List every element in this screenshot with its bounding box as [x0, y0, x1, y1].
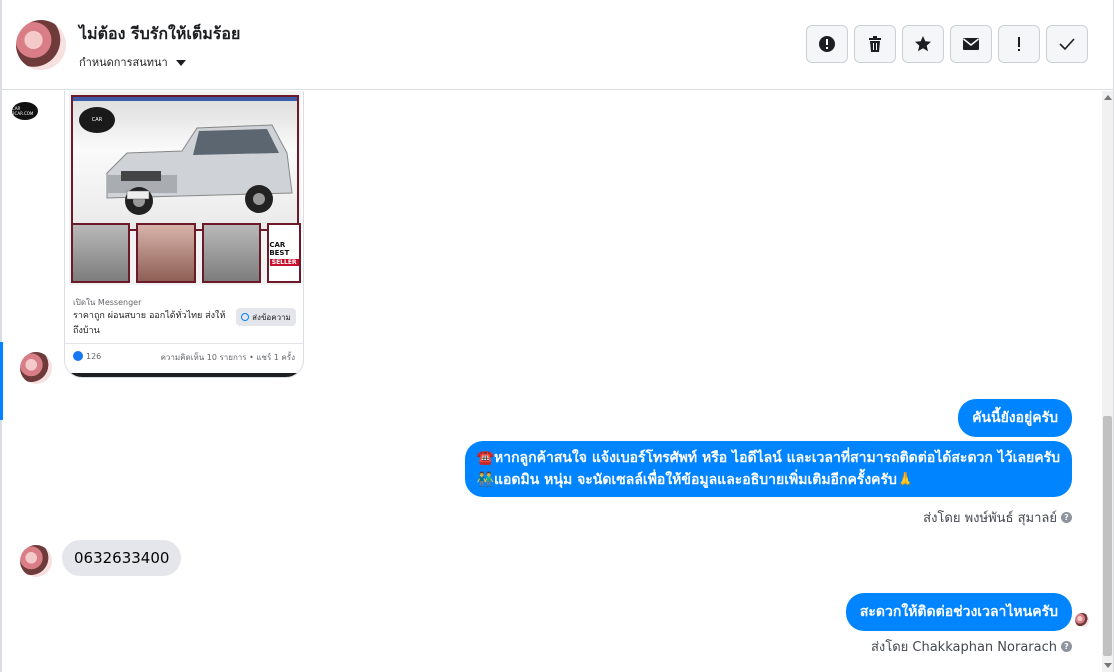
ad-thumbnails: CAR BEST SELLER [69, 223, 302, 283]
mark-done-button[interactable] [1046, 25, 1088, 63]
sent-by-text: ส่งโดย Chakkaphan Norarach [870, 640, 1057, 655]
ad-likes[interactable]: 126 [73, 351, 101, 361]
follow-up-button[interactable] [998, 25, 1040, 63]
contact-avatar-small[interactable] [20, 545, 52, 577]
ad-send-label: ส่งข้อความ [252, 312, 291, 322]
ad-logo: CAR [79, 107, 115, 133]
help-icon[interactable]: ? [1061, 512, 1072, 523]
incoming-message[interactable]: 0632633400 [62, 540, 182, 576]
scroll-thumb[interactable] [1103, 416, 1112, 656]
sent-by-label: ส่งโดย พงษ์พันธ์ สุมาลย์ ? [923, 507, 1072, 528]
pickup-truck-image [106, 124, 293, 215]
ad-like-count: 126 [86, 351, 102, 361]
ad-image[interactable]: CAR CAR BEST SELLER [69, 91, 302, 285]
ad-divider [65, 343, 303, 344]
ad-title: ราคาถูก ผ่อนสบาย ออกได้ทั่วไทย ส่งให้ถึง… [73, 311, 226, 336]
messenger-icon [241, 313, 250, 321]
scroll-up-arrow-icon[interactable] [1104, 95, 1112, 100]
alert-circle-icon [819, 36, 835, 52]
page-logo-text: CAR 2CAR.COM [12, 106, 34, 116]
best-seller-bottom: SELLER [269, 258, 299, 266]
page-logo: CAR 2CAR.COM [12, 102, 38, 120]
ad-send-message-button[interactable]: ส่งข้อความ [236, 308, 296, 326]
ad-price-banner [73, 97, 297, 101]
check-icon [1059, 38, 1075, 51]
delete-button[interactable] [854, 25, 896, 63]
star-button[interactable] [902, 25, 944, 63]
conversation-schedule-dropdown[interactable]: กำหนดการสนทนา [79, 53, 186, 71]
trash-icon [869, 36, 881, 52]
star-icon [915, 36, 931, 52]
message-line: 👬แอดมิน หนุ่ม จะนัดเซลล์เพื่อให้ข้อมูลแล… [476, 472, 915, 488]
like-icon [73, 351, 83, 361]
conversation-toolbar [806, 25, 1088, 63]
exclamation-icon [1018, 37, 1020, 51]
mark-spam-button[interactable] [806, 25, 848, 63]
outgoing-message-multiline[interactable]: ☎️หากลูกค้าสนใจ แจ้งเบอร์โทรศัพท์ หรือ ไ… [464, 441, 1072, 497]
outgoing-message[interactable]: คันนี้ยังอยู่ครับ [958, 399, 1072, 437]
contact-avatar-small[interactable] [20, 352, 52, 384]
contact-name[interactable]: ไม่ต้อง รีบรักให้เต็มร้อย [79, 22, 240, 47]
contact-avatar[interactable] [16, 20, 66, 70]
ad-thumb-rear [201, 223, 262, 283]
conversation-header: ไม่ต้อง รีบรักให้เต็มร้อย กำหนดการสนทนา [2, 0, 1113, 90]
sent-by-label: ส่งโดย Chakkaphan Norarach ? [871, 636, 1072, 657]
selected-thread-indicator [0, 342, 3, 420]
caret-down-icon [175, 59, 186, 66]
best-seller-badge: CAR BEST SELLER [267, 223, 302, 283]
outgoing-message[interactable]: สะดวกให้ติดต่อช่วงเวลาไหนครับ [845, 593, 1072, 631]
schedule-label: กำหนดการสนทนา [79, 56, 168, 69]
sent-by-text: ส่งโดย พงษ์พันธ์ สุมาลย์ [923, 511, 1057, 526]
ad-thumb-interior [136, 223, 196, 283]
ad-thumb-front [71, 223, 131, 283]
ad-bottom-edge [65, 373, 303, 377]
mark-unread-button[interactable] [950, 25, 992, 63]
ad-card[interactable]: CAR CAR BEST SELLER เปิดใน Messenger ราค… [64, 91, 304, 378]
message-scrollbar[interactable] [1102, 91, 1113, 672]
read-receipt-avatar [1075, 613, 1089, 627]
help-icon[interactable]: ? [1061, 641, 1072, 652]
scroll-down-arrow-icon[interactable] [1104, 663, 1112, 668]
best-seller-top: CAR BEST [269, 240, 290, 257]
envelope-icon [963, 38, 979, 50]
ad-open-in: เปิดใน Messenger [73, 298, 142, 307]
message-line: ☎️หากลูกค้าสนใจ แจ้งเบอร์โทรศัพท์ หรือ ไ… [476, 450, 1060, 466]
ad-main-photo: CAR [71, 95, 299, 231]
ad-engagement-stats[interactable]: ความคิดเห็น 10 รายการ • แชร์ 1 ครั้ง [161, 351, 295, 364]
